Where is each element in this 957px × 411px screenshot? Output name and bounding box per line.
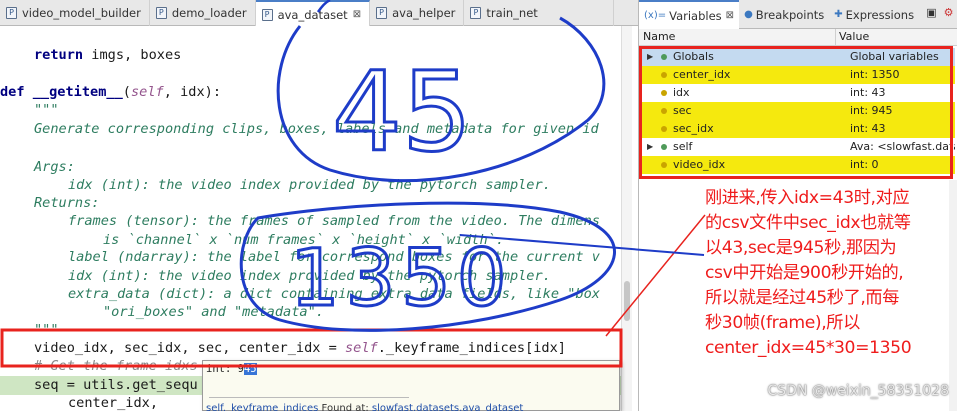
expressions-icon: ✚ bbox=[834, 9, 843, 20]
tab-breakpoints[interactable]: ● Breakpoints bbox=[739, 0, 829, 29]
comment-line[interactable]: # Get the frame idxs bbox=[34, 357, 198, 376]
found-at-text: Found at: bbox=[318, 403, 372, 411]
editor-scrollbar[interactable] bbox=[621, 26, 632, 411]
tab-video-model-builder[interactable]: P video_model_builder bbox=[0, 0, 150, 26]
tab-ava-dataset[interactable]: P ava_dataset ⊠ bbox=[255, 0, 371, 27]
python-file-icon: P bbox=[155, 7, 167, 19]
column-divider[interactable] bbox=[835, 29, 836, 46]
variables-icon: (x)= bbox=[644, 10, 667, 21]
code-text: ._keyframe_indices[idx] bbox=[377, 340, 566, 356]
function-name: __getitem__ bbox=[24, 84, 123, 100]
keyword: def bbox=[0, 84, 25, 100]
symbol-link[interactable]: self._keyframe_indices bbox=[206, 403, 318, 411]
code-text: video_idx, sec_idx, sec, center_idx = bbox=[34, 340, 345, 356]
docstring-line[interactable]: """ bbox=[34, 101, 59, 120]
hover-tooltip: int: 945 self._keyframe_indices Found at… bbox=[202, 360, 620, 411]
close-tab-icon[interactable]: ⊠ bbox=[353, 9, 361, 20]
tab-label: ava_dataset bbox=[277, 7, 348, 22]
code-text: , idx): bbox=[163, 84, 222, 100]
annotation-note: 刚进来,传入idx=43时,对应 的csv文件中sec_idx也就等 以43,s… bbox=[705, 188, 912, 358]
docstring-line[interactable]: frames (tensor): the frames of sampled f… bbox=[68, 212, 600, 231]
settings-icon[interactable]: ⚙ bbox=[942, 6, 955, 20]
docstring-line[interactable]: Generate corresponding clips, boxes, lab… bbox=[34, 120, 599, 139]
variables-header: Name Value bbox=[639, 29, 957, 46]
tab-label: Variables bbox=[669, 8, 722, 23]
docstring-line[interactable]: Returns: bbox=[34, 194, 99, 213]
docstring-line[interactable]: extra_data (dict): a dict containing ext… bbox=[68, 285, 600, 304]
tooltip-divider bbox=[209, 397, 409, 398]
self-token: self bbox=[130, 84, 164, 100]
watermark: CSDN @weixin_58351028 bbox=[767, 383, 949, 399]
tab-demo-loader[interactable]: P demo_loader bbox=[150, 0, 256, 26]
code-line[interactable]: return imgs, boxes bbox=[34, 46, 181, 65]
code-line[interactable]: center_idx, bbox=[68, 394, 158, 411]
breakpoints-icon: ● bbox=[744, 9, 753, 20]
tab-variables[interactable]: (x)= Variables ⊠ bbox=[639, 0, 740, 29]
hover-value-text: int: 9 bbox=[206, 363, 244, 375]
code-editor[interactable]: return imgs, boxes def __getitem__(self,… bbox=[0, 26, 632, 411]
code-line-assignment[interactable]: video_idx, sec_idx, sec, center_idx = se… bbox=[34, 339, 566, 358]
hover-value: int: 945 bbox=[206, 363, 257, 375]
docstring-line[interactable]: "ori_boxes" and "metadata". bbox=[103, 303, 324, 322]
docstring-line[interactable]: label (ndarray): the label for correspon… bbox=[68, 248, 600, 267]
tab-label: Expressions bbox=[845, 7, 915, 22]
code-line[interactable]: seq = utils.get_sequ bbox=[34, 376, 198, 395]
tab-label: ava_helper bbox=[392, 6, 456, 20]
docstring-line[interactable]: idx (int): the video index provided by t… bbox=[68, 267, 551, 286]
hover-footer: self._keyframe_indices Found at: slowfas… bbox=[206, 403, 523, 411]
docstring-line[interactable]: Args: bbox=[34, 158, 75, 177]
editor-tab-bar: P video_model_builder P demo_loader P av… bbox=[0, 0, 638, 27]
column-header-name[interactable]: Name bbox=[643, 30, 675, 43]
tab-label: Breakpoints bbox=[755, 7, 825, 22]
panel-tab-bar: (x)= Variables ⊠ ● Breakpoints ✚ Express… bbox=[639, 0, 957, 29]
tab-label: video_model_builder bbox=[22, 6, 141, 20]
code-text: ( bbox=[122, 84, 131, 100]
tab-label: demo_loader bbox=[171, 6, 247, 20]
location-link[interactable]: slowfast.datasets.ava_dataset bbox=[372, 403, 523, 411]
python-file-icon: P bbox=[261, 8, 273, 21]
code-text: imgs, boxes bbox=[83, 47, 182, 63]
docstring-line[interactable]: idx (int): the video index provided by t… bbox=[68, 176, 551, 195]
python-file-icon: P bbox=[376, 7, 388, 19]
close-tab-icon[interactable]: ⊠ bbox=[726, 10, 734, 21]
column-header-value[interactable]: Value bbox=[839, 30, 869, 43]
hover-value-selection: 45 bbox=[243, 363, 257, 375]
tab-expressions[interactable]: ✚ Expressions bbox=[829, 0, 919, 29]
self-token: self bbox=[345, 340, 378, 356]
panel-toolbar: ▣ ⚙ bbox=[925, 6, 955, 20]
tab-label: train_net bbox=[486, 6, 538, 20]
keyword: return bbox=[34, 47, 84, 63]
docstring-line[interactable]: """ bbox=[34, 321, 59, 340]
tab-ava-helper[interactable]: P ava_helper bbox=[370, 0, 465, 26]
tab-train-net[interactable]: P train_net bbox=[464, 0, 615, 26]
python-file-icon: P bbox=[6, 7, 17, 19]
collapse-all-icon[interactable]: ▣ bbox=[925, 6, 938, 20]
python-file-icon: P bbox=[470, 7, 482, 19]
annotation-box-variables bbox=[639, 46, 953, 179]
scrollbar-thumb[interactable] bbox=[624, 281, 630, 321]
code-line[interactable]: def __getitem__(self, idx): bbox=[0, 83, 221, 102]
